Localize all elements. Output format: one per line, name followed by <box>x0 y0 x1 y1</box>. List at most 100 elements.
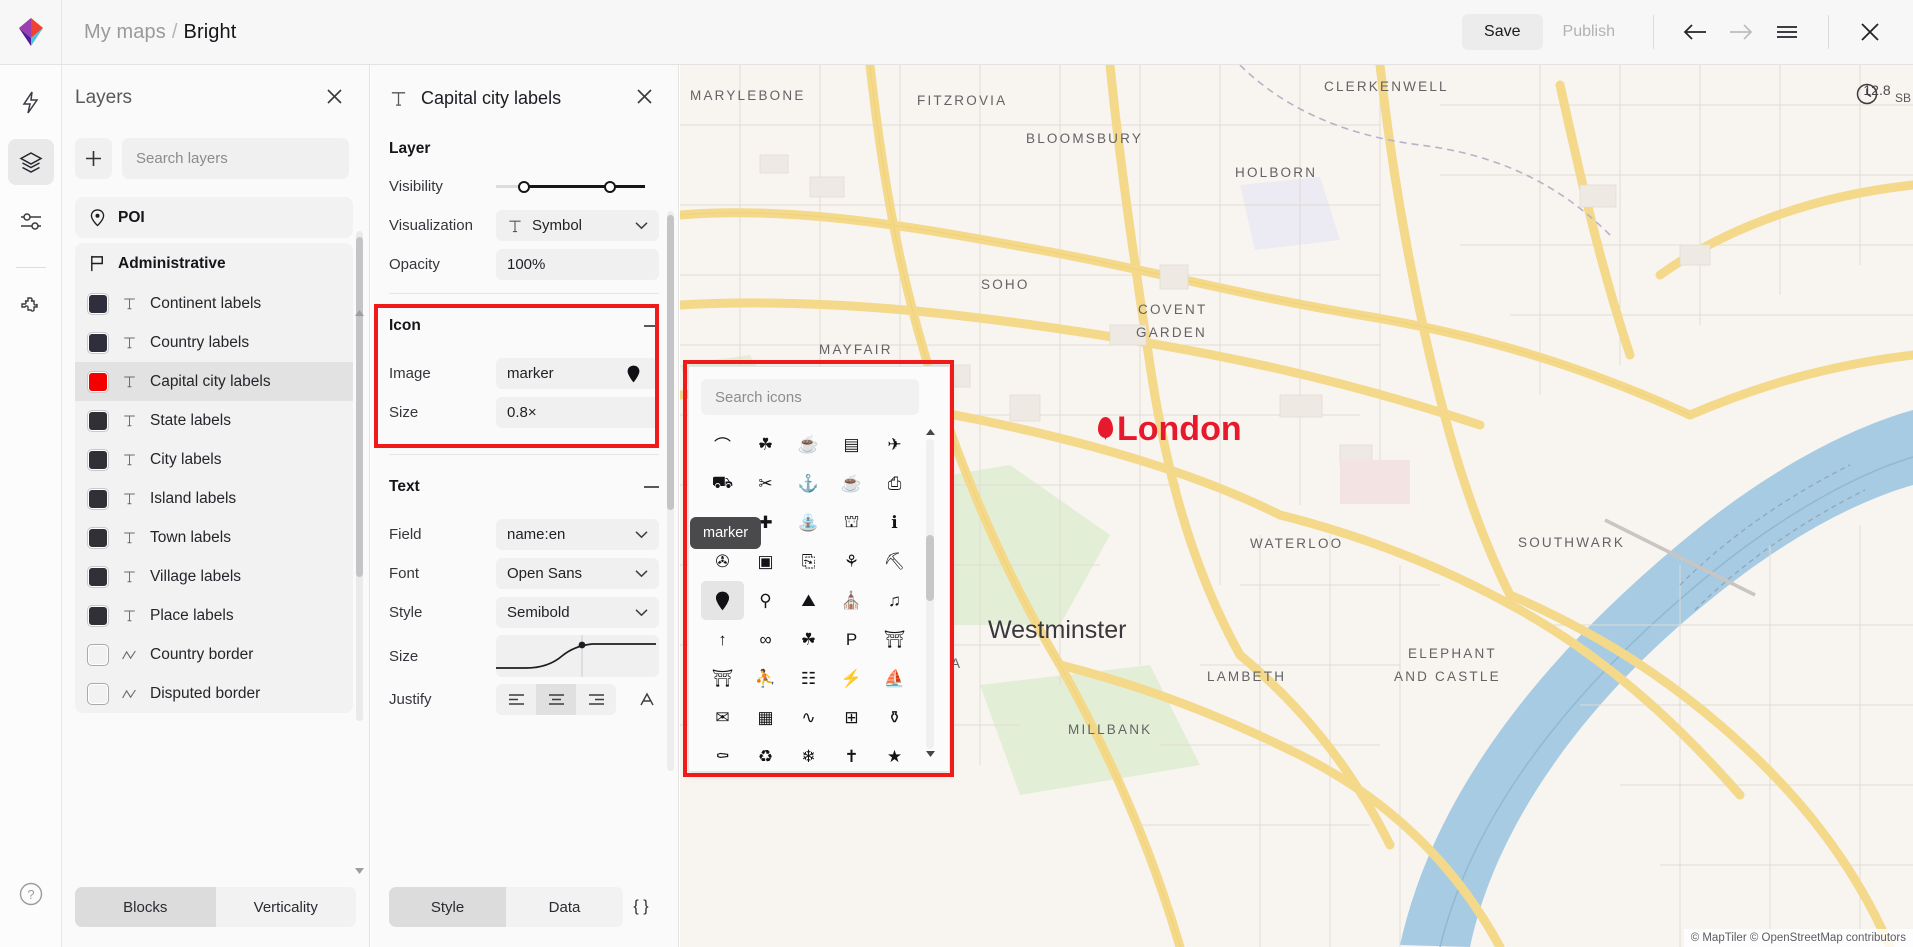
layer-row-continent-labels[interactable]: Continent labels <box>75 284 353 323</box>
layer-row-place-labels[interactable]: Place labels <box>75 596 353 635</box>
post-icon[interactable]: ⛩ <box>873 620 916 659</box>
tab-blocks[interactable]: Blocks <box>75 887 216 927</box>
layer-row-country-border[interactable]: Country border <box>75 635 353 674</box>
menu-button[interactable] <box>1764 9 1810 55</box>
align-center-button[interactable] <box>536 684 576 715</box>
scroll-down-arrow[interactable] <box>352 865 366 877</box>
parking-icon[interactable]: P <box>830 620 873 659</box>
visibility-slider[interactable] <box>496 171 659 202</box>
scroll-up-arrow[interactable] <box>352 307 366 319</box>
icon-grid[interactable]: ⌒☘☕▤✈⛟✂⚓☕⎙⌂✚⛲⛫ℹ✇▣⎘⚘⛏⚲⛰⛪♫↑∞☘P⛩⛩⛹☷⚡⛵✉▦∿⊞⚱⚰… <box>701 425 918 763</box>
bar-icon[interactable]: ☘ <box>744 425 787 464</box>
minus-icon[interactable] <box>644 325 659 327</box>
book-icon[interactable]: ⎘ <box>787 542 830 581</box>
rail-item-sliders[interactable] <box>8 199 54 245</box>
layer-list[interactable]: POI Administrative Continent labelsCount… <box>62 185 366 887</box>
icon-size-input[interactable]: 0.8× <box>496 397 659 428</box>
scissors-icon[interactable]: ✂ <box>744 464 787 503</box>
layer-row-state-labels[interactable]: State labels <box>75 401 353 440</box>
mountain-icon[interactable]: ⛰ <box>787 581 830 620</box>
dog-park-icon[interactable]: ⚡ <box>830 659 873 698</box>
layer-row-disputed-border[interactable]: Disputed border <box>75 674 353 713</box>
forward-button[interactable] <box>1718 9 1764 55</box>
layer-color-swatch[interactable] <box>88 450 108 470</box>
rail-item-layers[interactable] <box>8 139 54 185</box>
anchor-icon[interactable]: ⚓ <box>787 464 830 503</box>
slider-knob-min[interactable] <box>518 181 530 193</box>
maptiler-logo[interactable] <box>0 0 62 64</box>
layer-row-city-labels[interactable]: City labels <box>75 440 353 479</box>
tab-data[interactable]: Data <box>506 887 623 927</box>
code-view-button[interactable]: { } <box>623 887 659 927</box>
mail-icon[interactable]: ✉ <box>701 698 744 737</box>
information-icon[interactable]: ℹ <box>873 503 916 542</box>
back-button[interactable] <box>1672 9 1718 55</box>
scroll-down-arrow[interactable] <box>925 745 936 763</box>
layer-list-scrollbar-thumb[interactable] <box>356 237 363 577</box>
layers-panel-close-button[interactable] <box>320 82 349 114</box>
field-select[interactable]: name:en <box>496 519 659 550</box>
properties-close-button[interactable] <box>630 82 659 114</box>
properties-scrollbar-thumb[interactable] <box>667 215 674 510</box>
glasses-icon[interactable]: ∞ <box>744 620 787 659</box>
torii-icon[interactable]: ⛩ <box>701 659 744 698</box>
text-size-curve-editor[interactable] <box>496 635 659 677</box>
search-layers-input[interactable] <box>122 138 349 179</box>
layer-row-capital-city-labels[interactable]: Capital city labels <box>75 362 353 401</box>
image-select[interactable]: marker <box>496 358 659 389</box>
window-icon[interactable]: ⊞ <box>830 698 873 737</box>
pedestrian-icon[interactable]: ⛹ <box>744 659 787 698</box>
factory-icon[interactable]: ☷ <box>787 659 830 698</box>
gallery-icon[interactable]: ⛲ <box>787 503 830 542</box>
visualization-select[interactable]: Symbol <box>496 210 659 241</box>
fountain-icon[interactable]: ⚘ <box>830 542 873 581</box>
slipway-icon[interactable]: ⛵ <box>873 659 916 698</box>
rail-item-lightning[interactable] <box>8 79 54 125</box>
align-left-button[interactable] <box>496 684 536 715</box>
layer-color-swatch[interactable] <box>88 411 108 431</box>
layer-row-country-labels[interactable]: Country labels <box>75 323 353 362</box>
layer-row-island-labels[interactable]: Island labels <box>75 479 353 518</box>
bench-icon[interactable]: ⌒ <box>701 425 744 464</box>
lodging-icon[interactable]: ⛏ <box>873 542 916 581</box>
layer-group-administrative[interactable]: Administrative Continent labelsCountry l… <box>75 243 353 713</box>
slider-knob-max[interactable] <box>604 181 616 193</box>
layer-color-swatch[interactable] <box>88 567 108 587</box>
layer-color-swatch[interactable] <box>88 606 108 626</box>
align-right-button[interactable] <box>576 684 616 715</box>
layer-group-header[interactable]: POI <box>75 197 353 238</box>
scrollbar-thumb[interactable] <box>926 535 934 601</box>
rail-item-help[interactable]: ? <box>8 871 54 917</box>
restaurant-icon[interactable]: ☕ <box>787 425 830 464</box>
add-layer-button[interactable] <box>75 138 112 179</box>
publish-button[interactable]: Publish <box>1543 14 1635 50</box>
layer-group-header[interactable]: Administrative <box>75 243 353 284</box>
cafe-icon[interactable]: ☕ <box>830 464 873 503</box>
map-pin-icon[interactable] <box>701 581 744 620</box>
close-button[interactable] <box>1847 9 1893 55</box>
bollard-icon[interactable]: ⚲ <box>744 581 787 620</box>
star-icon[interactable]: ★ <box>873 737 916 763</box>
map-attribution[interactable]: © MapTiler © OpenStreetMap contributors <box>1684 929 1913 947</box>
sign-icon[interactable]: ⎙ <box>873 464 916 503</box>
icon-grid-scrollbar[interactable] <box>922 425 938 763</box>
layer-color-swatch[interactable] <box>88 528 108 548</box>
music-icon[interactable]: ♫ <box>873 581 916 620</box>
cart-icon[interactable]: ⛟ <box>701 464 744 503</box>
style-select[interactable]: Semibold <box>496 597 659 628</box>
opacity-input[interactable]: 100% <box>496 249 659 280</box>
layer-row-town-labels[interactable]: Town labels <box>75 518 353 557</box>
cross-icon[interactable]: ✝ <box>830 737 873 763</box>
lamp-icon[interactable]: ⚰ <box>701 737 744 763</box>
tree-icon[interactable]: ☘ <box>787 620 830 659</box>
icon-picker-popup[interactable]: ⌒☘☕▤✈⛟✂⚓☕⎙⌂✚⛲⛫ℹ✇▣⎘⚘⛏⚲⛰⛪♫↑∞☘P⛩⛩⛹☷⚡⛵✉▦∿⊞⚱⚰… <box>688 366 950 772</box>
layer-color-swatch[interactable] <box>88 294 108 314</box>
recycling-icon[interactable]: ♻ <box>744 737 787 763</box>
layer-color-swatch[interactable] <box>88 333 108 353</box>
ladder-icon[interactable]: ▦ <box>744 698 787 737</box>
layer-group-poi[interactable]: POI <box>75 197 353 238</box>
layer-color-swatch[interactable] <box>88 489 108 509</box>
save-button[interactable]: Save <box>1462 14 1542 50</box>
zoom-indicator[interactable]: 12.8 <box>1855 82 1899 98</box>
bank-icon[interactable]: ⛪ <box>830 581 873 620</box>
